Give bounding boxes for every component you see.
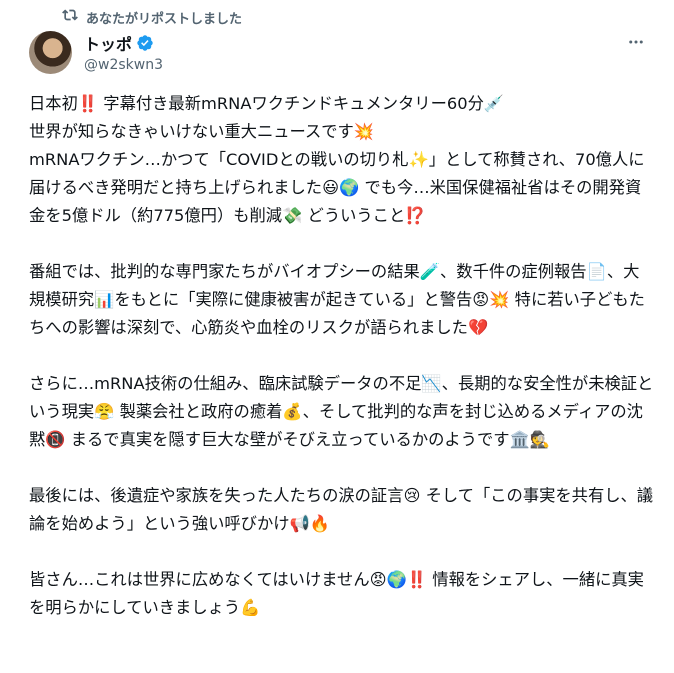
repost-label: あなたがリポストしました xyxy=(86,11,243,27)
more-options-icon[interactable] xyxy=(626,32,646,52)
avatar[interactable] xyxy=(29,31,72,74)
author-handle[interactable]: @w2skwn3 xyxy=(84,57,163,73)
post-paragraph: 日本初‼️ 字幕付き最新mRNAワクチンドキュメンタリー60分💉 世界が知らなき… xyxy=(29,94,645,225)
post-paragraph: 皆さん…これは世界に広めなくてはいけません😡🌍‼️ 情報をシェアし、一緒に真実を… xyxy=(29,570,644,617)
post-paragraph: 番組では、批判的な専門家たちがバイオプシーの結果🧪、数千件の症例報告📄、大規模研… xyxy=(29,262,645,337)
author-block: トッポ @w2skwn3 xyxy=(84,31,163,73)
post-paragraph: 最後には、後遺症や家族を失った人たちの涙の証言😢 そして「この事実を共有し、議論… xyxy=(29,486,654,533)
verified-badge-icon[interactable] xyxy=(136,34,154,52)
author-name[interactable]: トッポ xyxy=(84,31,132,55)
repost-icon xyxy=(62,7,78,27)
post-paragraph: さらに…mRNA技術の仕組み、臨床試験データの不足📉、長期的な安全性が未検証とい… xyxy=(29,374,654,449)
post-text: 日本初‼️ 字幕付き最新mRNAワクチンドキュメンタリー60分💉 世界が知らなき… xyxy=(29,90,654,622)
repost-indicator[interactable]: あなたがリポストしました xyxy=(62,7,242,27)
